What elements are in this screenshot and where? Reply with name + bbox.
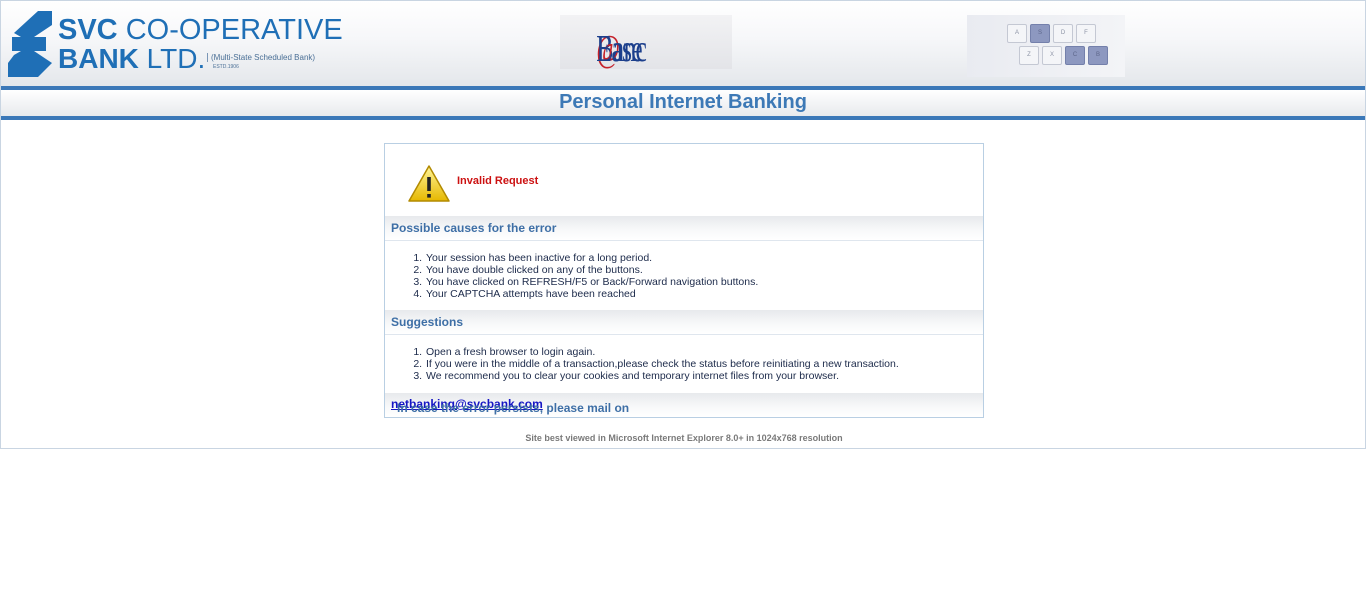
persist-text: In case the error persists, please mail … xyxy=(397,401,630,415)
list-item: You have clicked on REFRESH/F5 or Back/F… xyxy=(425,276,758,288)
list-item: Your session has been inactive for a lon… xyxy=(425,252,758,264)
banc-ease-logo: Banc @ Ease xyxy=(560,15,732,70)
keyboard-key: F xyxy=(1076,24,1096,43)
suggestions-heading-text: Suggestions xyxy=(391,315,464,329)
keyboard-key: S xyxy=(1030,24,1050,43)
error-message: Invalid Request xyxy=(457,175,539,187)
browser-note: Site best viewed in Microsoft Internet E… xyxy=(525,433,843,443)
causes-heading: Possible causes for the error xyxy=(385,216,983,241)
title-bottom-rule xyxy=(1,116,1365,120)
page-frame: SVC CO-OPERATIVE BANK LTD. (Multi-State … xyxy=(0,0,1366,449)
bank-established: ESTD.1906 xyxy=(213,64,239,70)
svc-logo-icon xyxy=(8,11,52,77)
list-item: Your CAPTCHA attempts have been reached xyxy=(425,288,758,300)
keyboard-key: B xyxy=(1088,46,1108,65)
page-title: Personal Internet Banking xyxy=(559,91,807,113)
keyboard-image: A S D F Z X C B xyxy=(967,15,1125,77)
keyboard-key: Z xyxy=(1019,46,1039,65)
keyboard-key: D xyxy=(1053,24,1073,43)
keyboard-key: A xyxy=(1007,24,1027,43)
causes-list: Your session has been inactive for a lon… xyxy=(405,252,758,300)
persist-note: In case the error persists, please mail … xyxy=(385,393,983,417)
bank-name-line2: BANK LTD. xyxy=(58,43,206,74)
list-item: Open a fresh browser to login again. xyxy=(425,346,899,358)
error-box: Invalid Request Possible causes for the … xyxy=(384,143,984,418)
bank-tagline: (Multi-State Scheduled Bank) xyxy=(207,53,315,62)
list-item: If you were in the middle of a transacti… xyxy=(425,358,899,370)
warning-icon xyxy=(408,165,450,202)
title-band: Personal Internet Banking xyxy=(1,90,1365,116)
list-item: You have double clicked on any of the bu… xyxy=(425,264,758,276)
keyboard-key: X xyxy=(1042,46,1062,65)
causes-heading-text: Possible causes for the error xyxy=(391,221,557,235)
suggestions-heading: Suggestions xyxy=(385,310,983,335)
bank-logo: SVC CO-OPERATIVE BANK LTD. (Multi-State … xyxy=(8,11,343,81)
keyboard-key: C xyxy=(1065,46,1085,65)
suggestions-list: Open a fresh browser to login again. If … xyxy=(405,346,899,382)
header: SVC CO-OPERATIVE BANK LTD. (Multi-State … xyxy=(1,1,1365,86)
list-item: We recommend you to clear your cookies a… xyxy=(425,370,899,382)
